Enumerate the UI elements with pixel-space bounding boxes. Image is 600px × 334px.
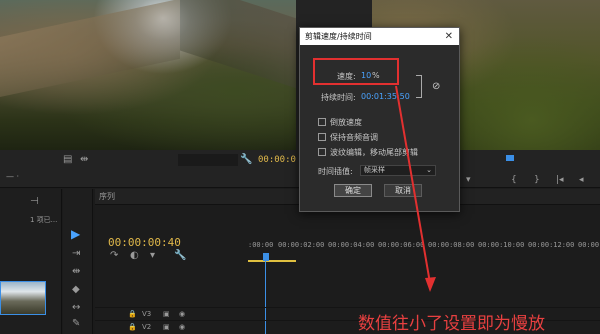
arrow-shaft	[395, 85, 431, 284]
arrow-head	[425, 277, 436, 292]
annotation-caption: 数值往小了设置即为慢放	[358, 314, 545, 334]
annotation-arrow	[395, 85, 436, 292]
